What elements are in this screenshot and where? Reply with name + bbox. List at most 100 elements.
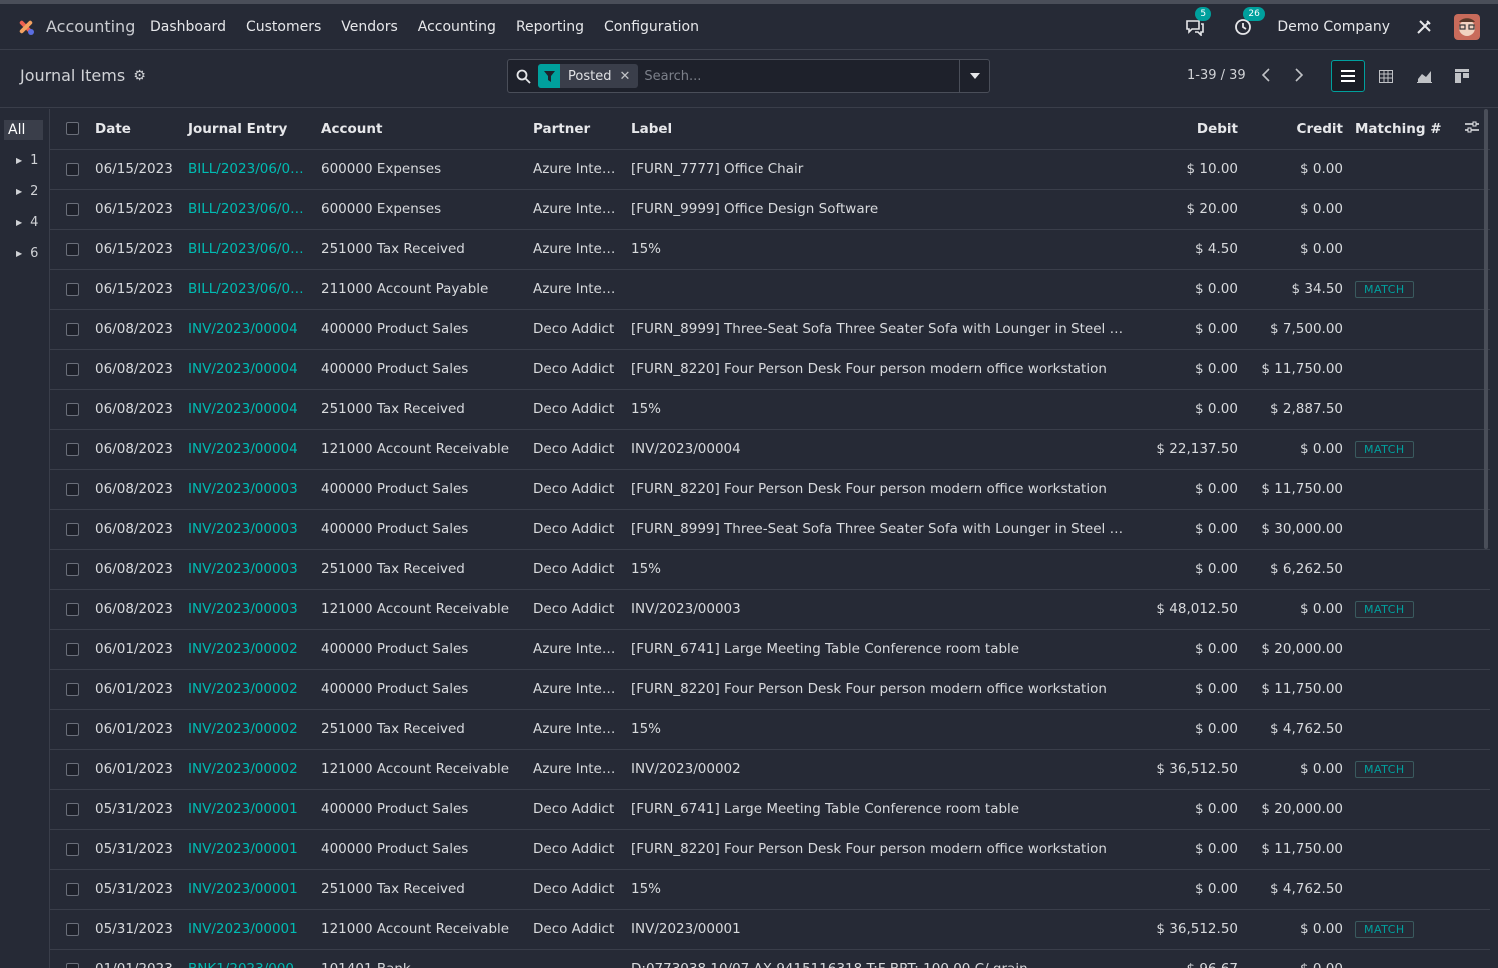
table-row[interactable]: 06/15/2023 BILL/2023/06/0001 600000 Expens… [50,189,1490,229]
row-journal-entry[interactable]: INV/2023/00003 [182,469,315,509]
table-row[interactable]: 06/01/2023 INV/2023/00002 121000 Account R… [50,749,1490,789]
column-header-debit[interactable]: Debit [1137,109,1244,149]
column-header-credit[interactable]: Credit [1244,109,1349,149]
table-row[interactable]: 06/01/2023 INV/2023/00002 400000 Product S… [50,669,1490,709]
list-scrollbar[interactable] [1484,109,1488,549]
match-button[interactable]: MATCH [1355,600,1414,618]
row-select-cell[interactable] [50,429,89,469]
row-journal-entry[interactable]: INV/2023/00004 [182,309,315,349]
side-item-group-6[interactable]: ▶ 6 [16,246,38,261]
row-journal-entry[interactable]: INV/2023/00001 [182,909,315,949]
pivot-view-button[interactable] [1369,60,1403,92]
row-checkbox[interactable] [66,242,79,256]
menu-customers[interactable]: Customers [236,4,331,50]
pager-previous-button[interactable] [1253,62,1279,88]
row-journal-entry[interactable]: BNK1/2023/00008 [182,949,315,968]
gear-icon[interactable]: ⚙ [133,68,146,84]
row-checkbox[interactable] [66,442,79,456]
row-checkbox[interactable] [66,402,79,416]
match-button[interactable]: MATCH [1355,760,1414,778]
menu-configuration[interactable]: Configuration [594,4,709,50]
row-journal-entry[interactable]: INV/2023/00004 [182,429,315,469]
kanban-view-button[interactable] [1445,60,1479,92]
row-checkbox[interactable] [66,362,79,376]
row-select-cell[interactable] [50,509,89,549]
table-row[interactable]: 05/31/2023 INV/2023/00001 121000 Account R… [50,909,1490,949]
table-row[interactable]: 01/01/2023BNK1/2023/00008101401 Bank D:07… [50,949,1490,968]
table-row[interactable]: 06/15/2023 BILL/2023/06/0001 211000 Accoun… [50,269,1490,309]
company-switcher[interactable]: Demo Company [1277,19,1390,35]
row-journal-entry[interactable]: INV/2023/00003 [182,589,315,629]
pager-next-button[interactable] [1286,62,1312,88]
row-select-cell[interactable] [50,349,89,389]
row-journal-entry[interactable]: INV/2023/00001 [182,789,315,829]
user-avatar[interactable] [1454,13,1480,40]
menu-accounting[interactable]: Accounting [408,4,506,50]
row-select-cell[interactable] [50,829,89,869]
row-select-cell[interactable] [50,869,89,909]
row-select-cell[interactable] [50,469,89,509]
row-journal-entry[interactable]: INV/2023/00002 [182,749,315,789]
side-item-group-1[interactable]: ▶ 1 [16,153,38,168]
table-row[interactable]: 06/08/2023 INV/2023/00004 400000 Product S… [50,309,1490,349]
row-select-cell[interactable] [50,549,89,589]
row-select-cell[interactable] [50,909,89,949]
match-button[interactable]: MATCH [1355,440,1414,458]
search-icon[interactable] [508,69,538,84]
row-journal-entry[interactable]: INV/2023/00004 [182,349,315,389]
row-select-cell[interactable] [50,189,89,229]
row-checkbox[interactable] [66,282,79,296]
row-checkbox[interactable] [66,682,79,696]
table-row[interactable]: 06/08/2023 INV/2023/00004 121000 Account R… [50,429,1490,469]
row-checkbox[interactable] [66,482,79,496]
menu-dashboard[interactable]: Dashboard [140,4,236,50]
row-select-cell[interactable] [50,949,89,968]
side-item-group-4[interactable]: ▶ 4 [16,215,38,230]
table-row[interactable]: 06/15/2023 BILL/2023/06/0001 251000 Tax Re… [50,229,1490,269]
row-select-cell[interactable] [50,789,89,829]
remove-facet-icon[interactable]: ✕ [619,69,638,84]
row-journal-entry[interactable]: BILL/2023/06/0001 [182,189,315,229]
pager-value[interactable]: 1-39 / 39 [1187,68,1246,83]
search-options-toggle[interactable] [959,60,989,92]
row-select-cell[interactable] [50,669,89,709]
row-select-cell[interactable] [50,709,89,749]
row-checkbox[interactable] [66,922,79,936]
row-checkbox[interactable] [66,202,79,216]
column-header-partner[interactable]: Partner [527,109,625,149]
row-checkbox[interactable] [66,602,79,616]
row-checkbox[interactable] [66,802,79,816]
table-row[interactable]: 06/08/2023 INV/2023/00003 251000 Tax Recei… [50,549,1490,589]
table-row[interactable]: 06/15/2023 BILL/2023/06/0001 600000 Expens… [50,149,1490,189]
side-item-group-2[interactable]: ▶ 2 [16,184,38,199]
match-button[interactable]: MATCH [1355,920,1414,938]
row-select-cell[interactable] [50,149,89,189]
table-row[interactable]: 06/08/2023 INV/2023/00004 400000 Product S… [50,349,1490,389]
table-row[interactable]: 06/01/2023 INV/2023/00002 251000 Tax Recei… [50,709,1490,749]
row-journal-entry[interactable]: INV/2023/00002 [182,669,315,709]
side-item-all[interactable]: All [4,120,43,140]
table-row[interactable]: 05/31/2023 INV/2023/00001 251000 Tax Recei… [50,869,1490,909]
row-checkbox[interactable] [66,522,79,536]
debug-tools-button[interactable] [1412,15,1436,39]
column-header-matching[interactable]: Matching # [1349,109,1459,149]
row-journal-entry[interactable]: INV/2023/00002 [182,629,315,669]
menu-reporting[interactable]: Reporting [506,4,594,50]
table-row[interactable]: 05/31/2023 INV/2023/00001 400000 Product S… [50,789,1490,829]
list-view-button[interactable] [1331,60,1365,92]
table-row[interactable]: 06/01/2023 INV/2023/00002 400000 Product S… [50,629,1490,669]
activities-button[interactable]: 26 [1231,6,1265,39]
menu-vendors[interactable]: Vendors [331,4,407,50]
table-row[interactable]: 05/31/2023 INV/2023/00001 400000 Product S… [50,829,1490,869]
row-checkbox[interactable] [66,842,79,856]
table-row[interactable]: 06/08/2023 INV/2023/00004 251000 Tax Recei… [50,389,1490,429]
column-header-label[interactable]: Label [625,109,1137,149]
select-all-cell[interactable] [50,109,89,149]
row-select-cell[interactable] [50,629,89,669]
row-checkbox[interactable] [66,882,79,896]
row-checkbox[interactable] [66,642,79,656]
graph-view-button[interactable] [1407,60,1441,92]
row-journal-entry[interactable]: INV/2023/00004 [182,389,315,429]
row-select-cell[interactable] [50,749,89,789]
table-row[interactable]: 06/08/2023 INV/2023/00003 121000 Account R… [50,589,1490,629]
